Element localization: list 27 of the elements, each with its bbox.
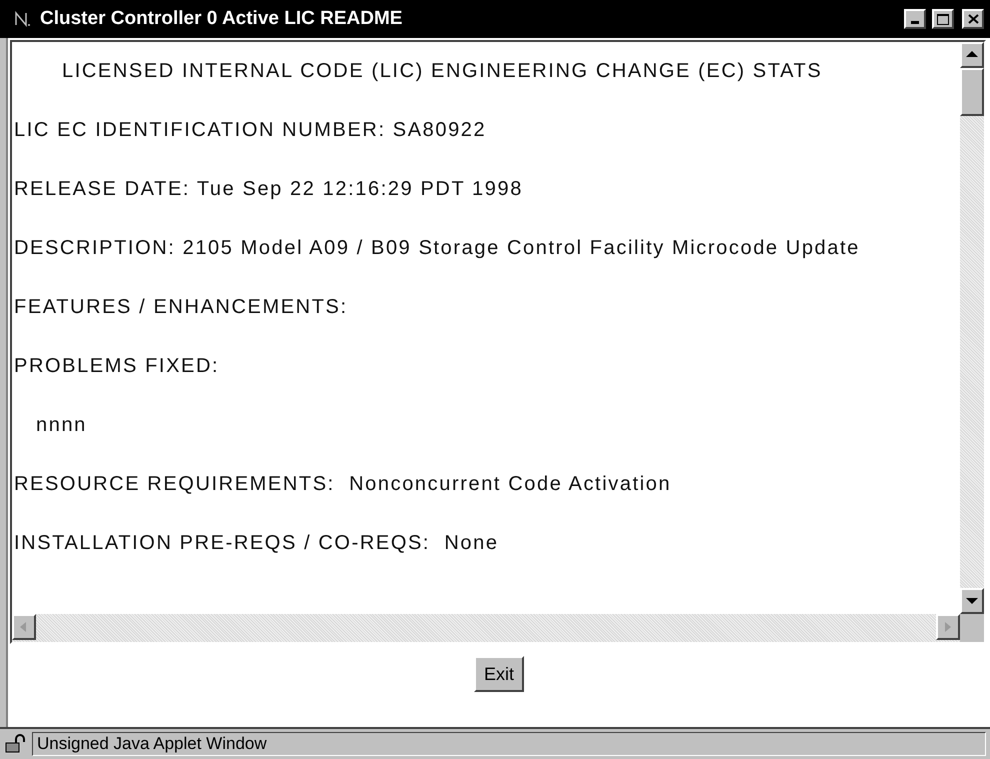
vertical-scrollbar[interactable] <box>960 42 984 614</box>
scroll-up-button[interactable] <box>960 42 984 68</box>
close-icon <box>968 14 978 24</box>
scroll-thumb[interactable] <box>960 68 984 116</box>
scroll-left-button[interactable] <box>12 614 36 640</box>
document-line: RESOURCE REQUIREMENTS: Nonconcurrent Code Activation <box>13 473 672 495</box>
scroll-right-button[interactable] <box>936 614 960 640</box>
unlocked-padlock-icon <box>4 734 28 754</box>
document-line: RELEASE DATE: Tue Sep 22 12:16:29 PDT 1998 <box>13 178 524 200</box>
status-text: Unsigned Java Applet Window <box>32 732 986 756</box>
minimize-icon <box>911 21 919 24</box>
minimize-button[interactable] <box>904 9 926 29</box>
document-heading: LICENSED INTERNAL CODE (LIC) ENGINEERING CHANGE (EC) STATS <box>61 60 824 82</box>
scrollbar-corner <box>960 614 984 642</box>
maximize-button[interactable] <box>932 9 954 29</box>
horizontal-scrollbar[interactable] <box>12 614 960 642</box>
document-line: DESCRIPTION: 2105 Model A09 / B09 Storage Control Facility Microcode Update <box>13 237 861 259</box>
document-line: FEATURES / ENHANCEMENTS: <box>13 296 349 318</box>
document-line: PROBLEMS FIXED: <box>13 355 220 377</box>
close-button[interactable] <box>962 9 984 29</box>
document-line: nnnn <box>35 414 88 436</box>
window-title: Cluster Controller 0 Active LIC README <box>40 6 404 31</box>
maximize-icon <box>937 14 949 24</box>
document-line: LIC EC IDENTIFICATION NUMBER: SA80922 <box>13 119 488 141</box>
exit-button[interactable]: Exit <box>474 656 524 692</box>
scroll-down-button[interactable] <box>960 588 984 614</box>
document-line: INSTALLATION PRE-REQS / CO-REQS: None <box>13 532 500 554</box>
